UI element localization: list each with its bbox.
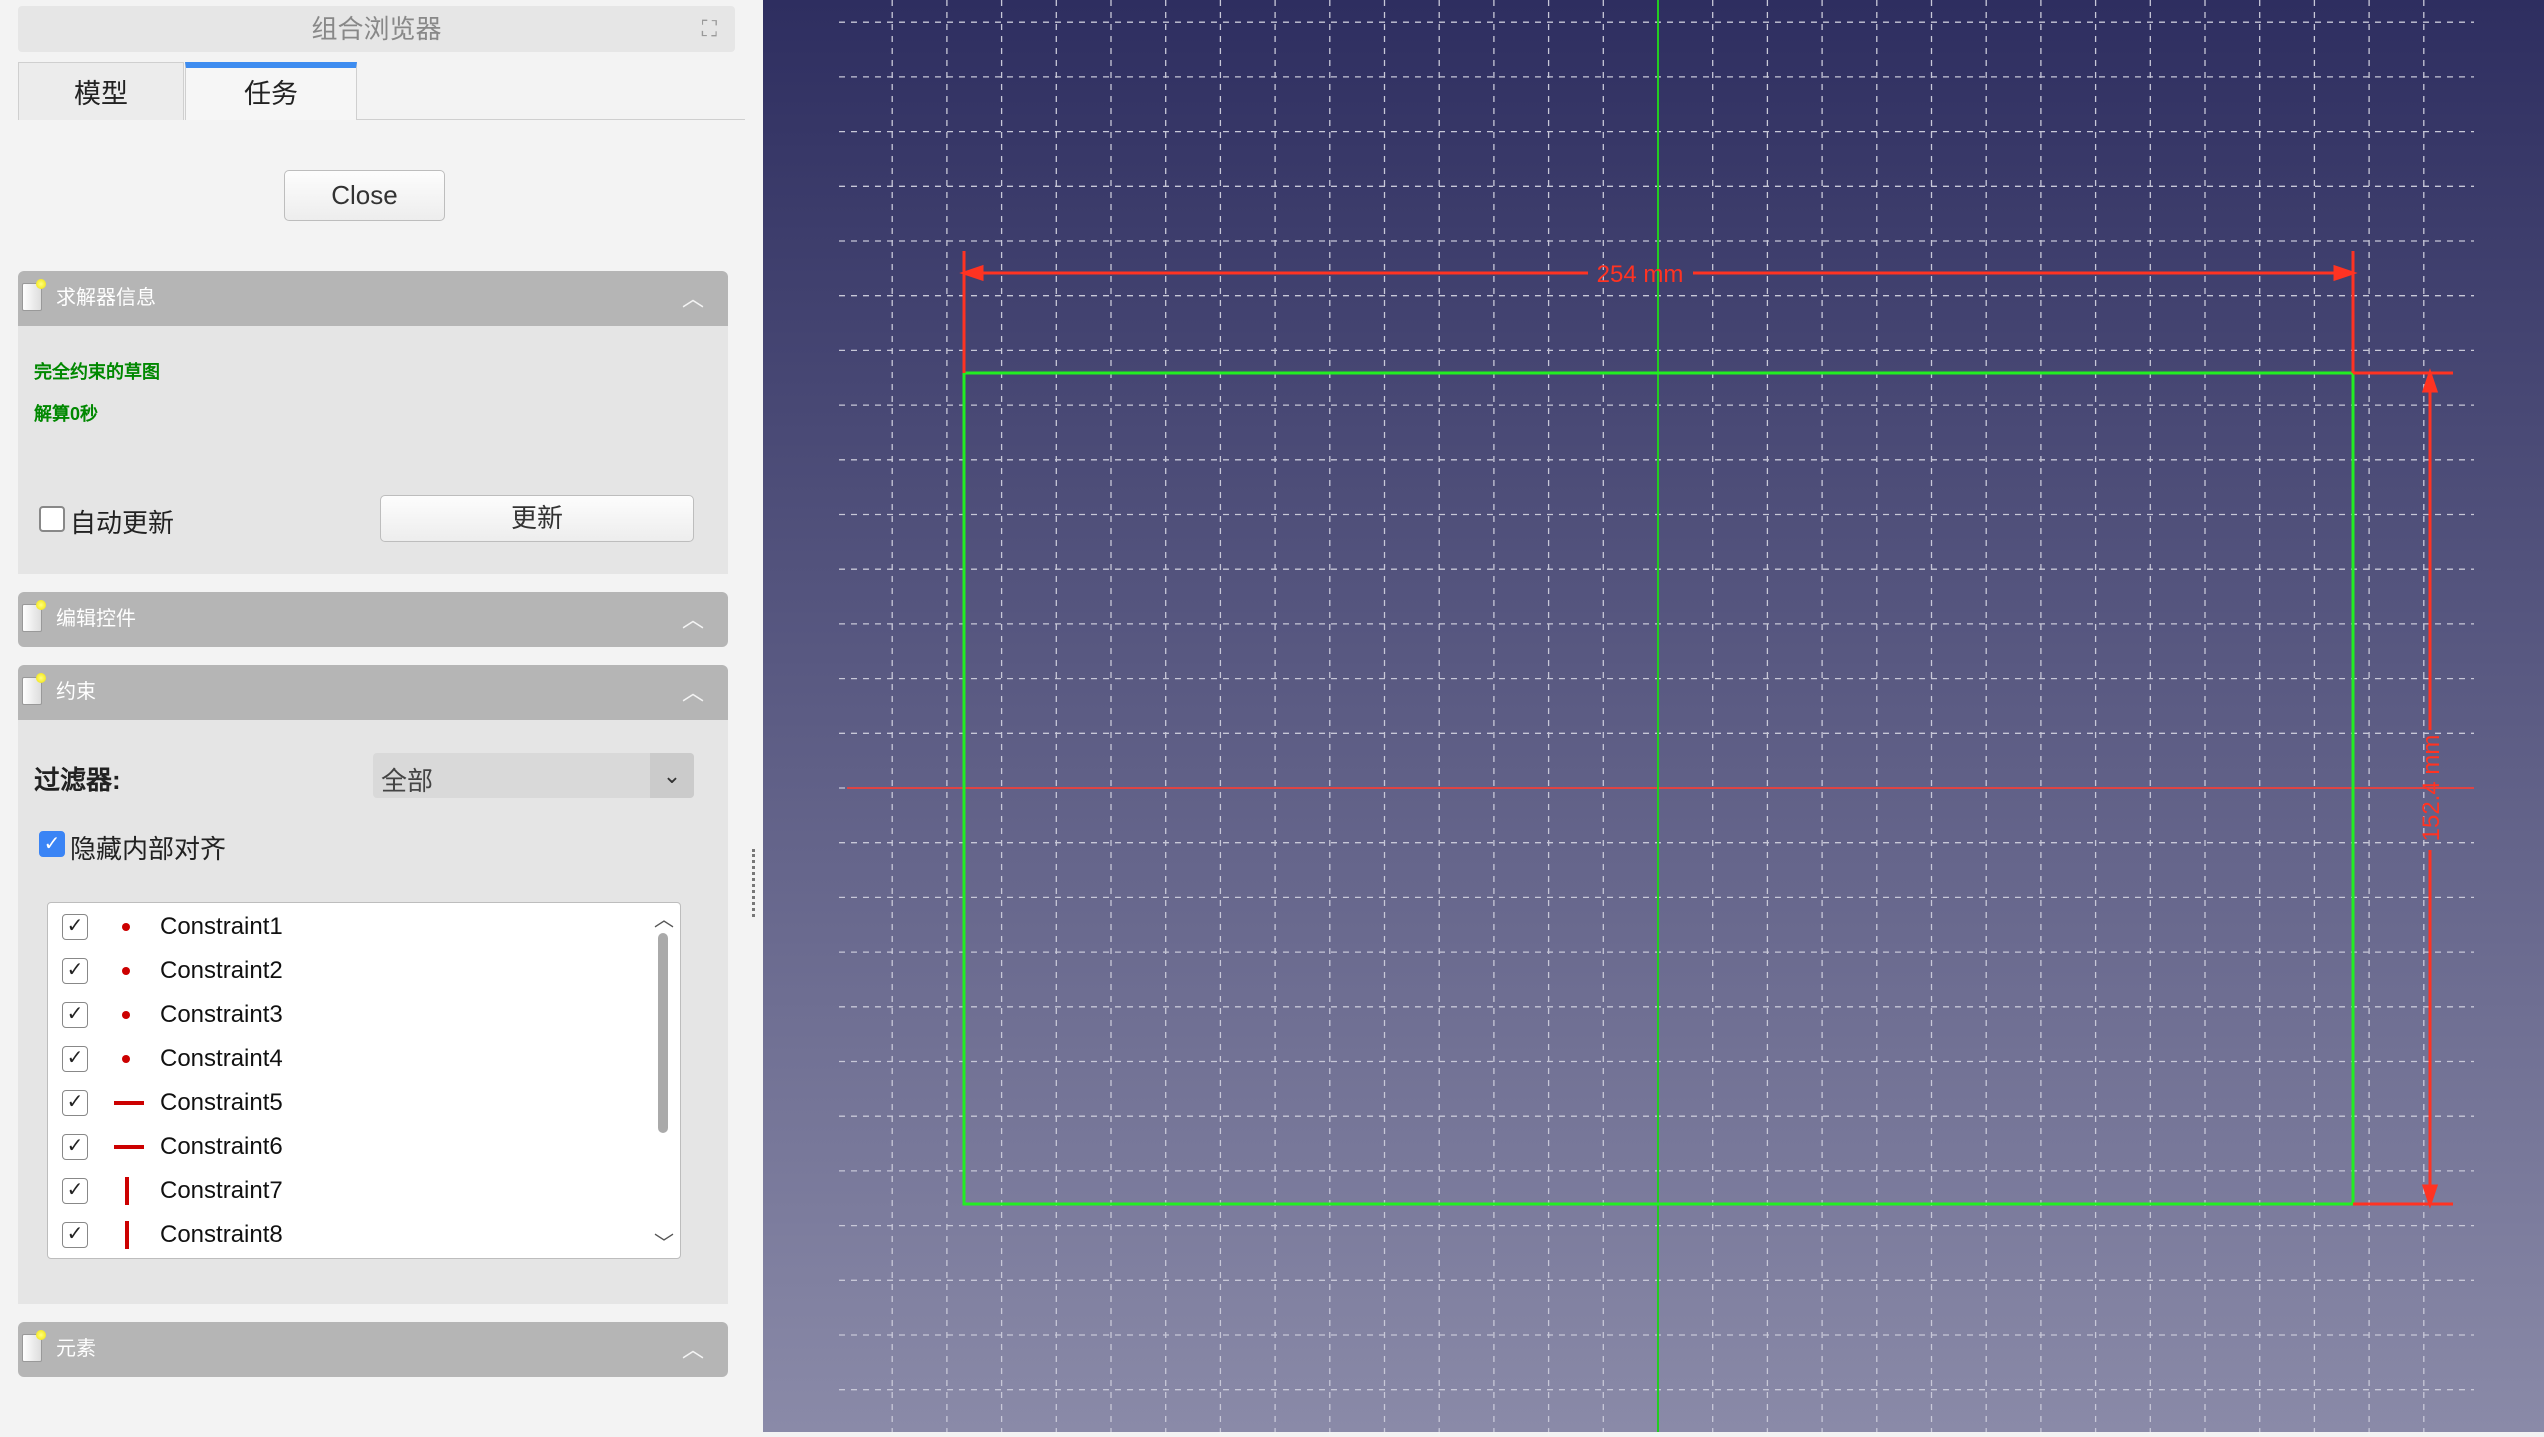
splitter-handle[interactable] <box>752 849 756 917</box>
3d-viewport[interactable]: 254 mm 152.4 mm <box>763 0 2544 1432</box>
constraint-name: Constraint8 <box>160 1221 283 1248</box>
constraint-name: Constraint3 <box>160 1001 283 1028</box>
constraint-checkbox[interactable]: ✓ <box>62 1222 88 1248</box>
constraint-checkbox[interactable]: ✓ <box>62 1134 88 1160</box>
constraint-name: Constraint5 <box>160 1089 283 1116</box>
height-dimension-label[interactable]: 152.4 mm <box>2418 735 2445 842</box>
constraint-name: Constraint1 <box>160 913 283 940</box>
grid <box>839 0 2474 1432</box>
section-title: 求解器信息 <box>56 287 156 309</box>
panel-title: 组合浏览器 <box>311 14 442 44</box>
constraint-row[interactable]: ✓ Constraint2 <box>48 949 648 993</box>
constraint-checkbox[interactable]: ✓ <box>62 1090 88 1116</box>
point-constraint-icon <box>122 1055 130 1063</box>
chevron-up-icon[interactable]: ︿ <box>682 1322 704 1377</box>
horizontal-constraint-icon <box>114 1101 144 1105</box>
constraint-row[interactable]: ✓ Constraint1 <box>48 905 648 949</box>
constraint-checkbox[interactable]: ✓ <box>62 1002 88 1028</box>
constraint-row[interactable]: ✓ Constraint7 <box>48 1169 648 1213</box>
auto-update-checkbox[interactable] <box>39 506 65 532</box>
chevron-up-icon[interactable]: ︿ <box>682 271 704 326</box>
constraint-row[interactable]: ✓ Constraint3 <box>48 993 648 1037</box>
edit-controls-header[interactable]: 编辑控件 ︿ <box>18 592 728 647</box>
document-icon <box>22 279 46 311</box>
solver-time: 解算0秒 <box>34 404 99 424</box>
section-title: 约束 <box>56 681 96 703</box>
filter-select[interactable]: 全部 ⌄ <box>373 753 694 798</box>
section-title: 元素 <box>56 1338 96 1360</box>
horizontal-constraint-icon <box>114 1145 144 1149</box>
scroll-down-icon[interactable]: ﹀ <box>654 1227 674 1256</box>
constraint-list[interactable]: ✓ Constraint1 ✓ Constraint2 ✓ Constraint3 ✓ Con… <box>47 902 681 1259</box>
filter-label: 过滤器: <box>34 765 121 795</box>
panel-title-bar: 组合浏览器 ⛶ <box>18 6 735 52</box>
constraint-row[interactable]: ✓ Constraint8 <box>48 1213 648 1257</box>
point-constraint-icon <box>122 967 130 975</box>
width-dimension-label[interactable]: 254 mm <box>1597 261 1684 288</box>
constraints-header[interactable]: 约束 ︿ <box>18 665 728 720</box>
filter-value: 全部 <box>381 766 434 796</box>
scrollbar-thumb[interactable] <box>658 933 668 1133</box>
constraint-name: Constraint4 <box>160 1045 283 1072</box>
point-constraint-icon <box>122 1011 130 1019</box>
point-constraint-icon <box>122 923 130 931</box>
sketch-canvas[interactable]: 254 mm 152.4 mm <box>763 0 2544 1432</box>
constraint-row[interactable]: ✓ Constraint5 <box>48 1081 648 1125</box>
document-icon <box>22 600 46 632</box>
constraint-row[interactable]: ✓ Constraint6 <box>48 1125 648 1169</box>
constraint-name: Constraint6 <box>160 1133 283 1160</box>
section-title: 编辑控件 <box>56 608 136 630</box>
auto-update-label: 自动更新 <box>70 508 175 538</box>
hide-internal-checkbox[interactable]: ✓ <box>39 831 65 857</box>
chevron-up-icon[interactable]: ︿ <box>682 592 704 647</box>
vertical-constraint-icon <box>125 1177 129 1205</box>
chevron-down-icon[interactable]: ⌄ <box>650 753 694 798</box>
vertical-constraint-icon <box>125 1221 129 1249</box>
tab-model[interactable]: 模型 <box>18 62 184 120</box>
constraint-name: Constraint7 <box>160 1177 283 1204</box>
constraint-checkbox[interactable]: ✓ <box>62 1046 88 1072</box>
constraint-checkbox[interactable]: ✓ <box>62 914 88 940</box>
constraint-name: Constraint2 <box>160 957 283 984</box>
document-icon <box>22 1330 46 1362</box>
combo-view-panel: 组合浏览器 ⛶ 模型 任务 Close 求解器信息 ︿ 完全约束的草图 解算0秒 … <box>0 0 763 1432</box>
tab-task[interactable]: 任务 <box>185 62 357 120</box>
document-icon <box>22 673 46 705</box>
constraint-row[interactable]: ✓ Constraint4 <box>48 1037 648 1081</box>
constraint-checkbox[interactable]: ✓ <box>62 958 88 984</box>
update-button[interactable]: 更新 <box>380 495 694 542</box>
scroll-up-icon[interactable]: ︿ <box>654 903 674 932</box>
elements-header[interactable]: 元素 ︿ <box>18 1322 728 1377</box>
hide-internal-label: 隐藏内部对齐 <box>70 834 227 864</box>
constraint-checkbox[interactable]: ✓ <box>62 1178 88 1204</box>
chevron-up-icon[interactable]: ︿ <box>682 665 704 720</box>
tab-divider <box>357 119 745 120</box>
solver-info-header[interactable]: 求解器信息 ︿ <box>18 271 728 326</box>
close-button[interactable]: Close <box>284 170 445 221</box>
expand-icon[interactable]: ⛶ <box>702 6 717 52</box>
solver-status: 完全约束的草图 <box>34 362 160 382</box>
